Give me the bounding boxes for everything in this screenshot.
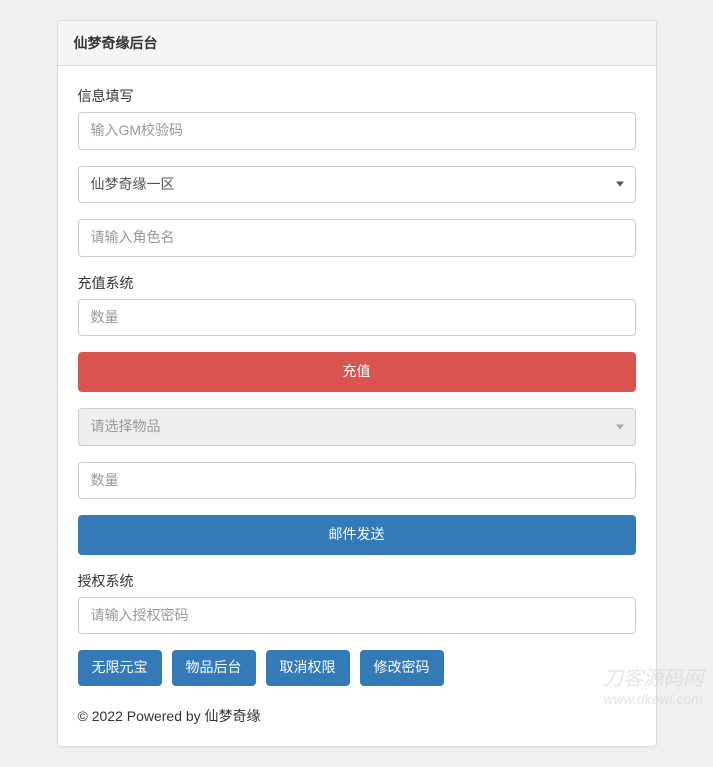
unlimited-yuanbao-button[interactable]: 无限元宝 (78, 650, 162, 686)
item-backend-button[interactable]: 物品后台 (172, 650, 256, 686)
caret-down-icon (616, 182, 624, 187)
admin-panel: 仙梦奇缘后台 信息填写 仙梦奇缘一区 充值系统 充值 请选择物品 邮件发送 授权… (57, 20, 657, 747)
server-select[interactable]: 仙梦奇缘一区 (78, 166, 636, 204)
mail-qty-input[interactable] (78, 462, 636, 500)
panel-body: 信息填写 仙梦奇缘一区 充值系统 充值 请选择物品 邮件发送 授权系统 无限元宝… (58, 66, 656, 746)
action-button-row: 无限元宝 物品后台 取消权限 修改密码 (78, 650, 636, 686)
panel-header: 仙梦奇缘后台 (58, 21, 656, 66)
gm-code-input[interactable] (78, 112, 636, 150)
info-section-label: 信息填写 (78, 86, 636, 106)
auth-password-input[interactable] (78, 597, 636, 635)
auth-section-label: 授权系统 (78, 571, 636, 591)
change-password-button[interactable]: 修改密码 (360, 650, 444, 686)
caret-down-icon (616, 424, 624, 429)
panel-title: 仙梦奇缘后台 (74, 35, 158, 51)
server-select-value: 仙梦奇缘一区 (78, 166, 636, 204)
role-name-input[interactable] (78, 219, 636, 257)
item-select[interactable]: 请选择物品 (78, 408, 636, 446)
recharge-qty-input[interactable] (78, 299, 636, 337)
cancel-auth-button[interactable]: 取消权限 (266, 650, 350, 686)
mail-send-button[interactable]: 邮件发送 (78, 515, 636, 555)
item-select-value: 请选择物品 (78, 408, 636, 446)
recharge-section-label: 充值系统 (78, 273, 636, 293)
recharge-button[interactable]: 充值 (78, 352, 636, 392)
